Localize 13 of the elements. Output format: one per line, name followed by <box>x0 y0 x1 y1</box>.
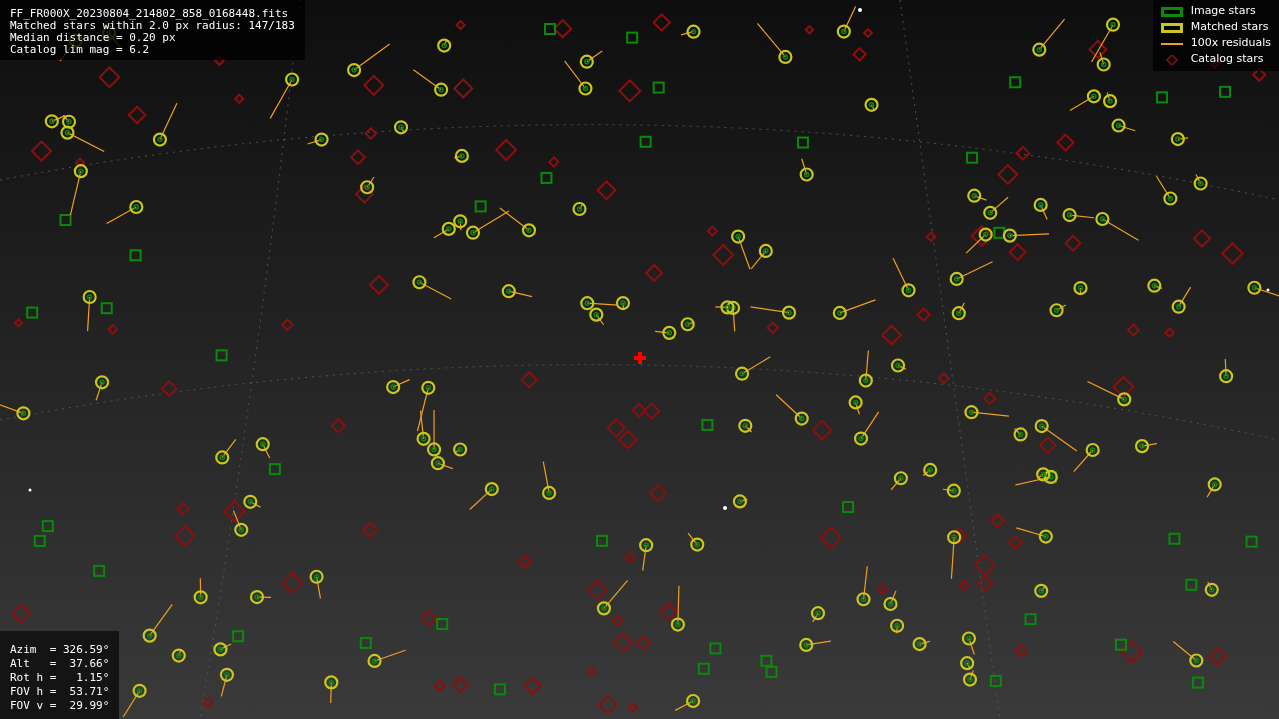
pointing-text: FOV v = 29.99° <box>10 699 110 713</box>
pointing-text: Azim = 326.59° <box>10 643 110 657</box>
legend-label: Matched stars <box>1190 19 1269 36</box>
pointing-text: FOV h = 53.71° <box>10 685 110 699</box>
info-text: FF_FR000X_20230804_214802_858_0168448.fits <box>10 8 290 20</box>
info-text: Median distance = 0.20 px <box>10 32 177 44</box>
legend-label: 100x residuals <box>1190 35 1271 52</box>
info-text: Catalog lim mag = 6.2 <box>10 44 151 56</box>
info-text: Matched stars within 2.0 px radius: 147/183 <box>10 20 295 32</box>
pointing-text: Rot h = 1.15° <box>10 671 110 685</box>
legend-label: Image stars <box>1190 3 1256 20</box>
legend-label: Catalog stars <box>1190 51 1264 68</box>
pointing-text: Alt = 37.66° <box>10 657 110 671</box>
